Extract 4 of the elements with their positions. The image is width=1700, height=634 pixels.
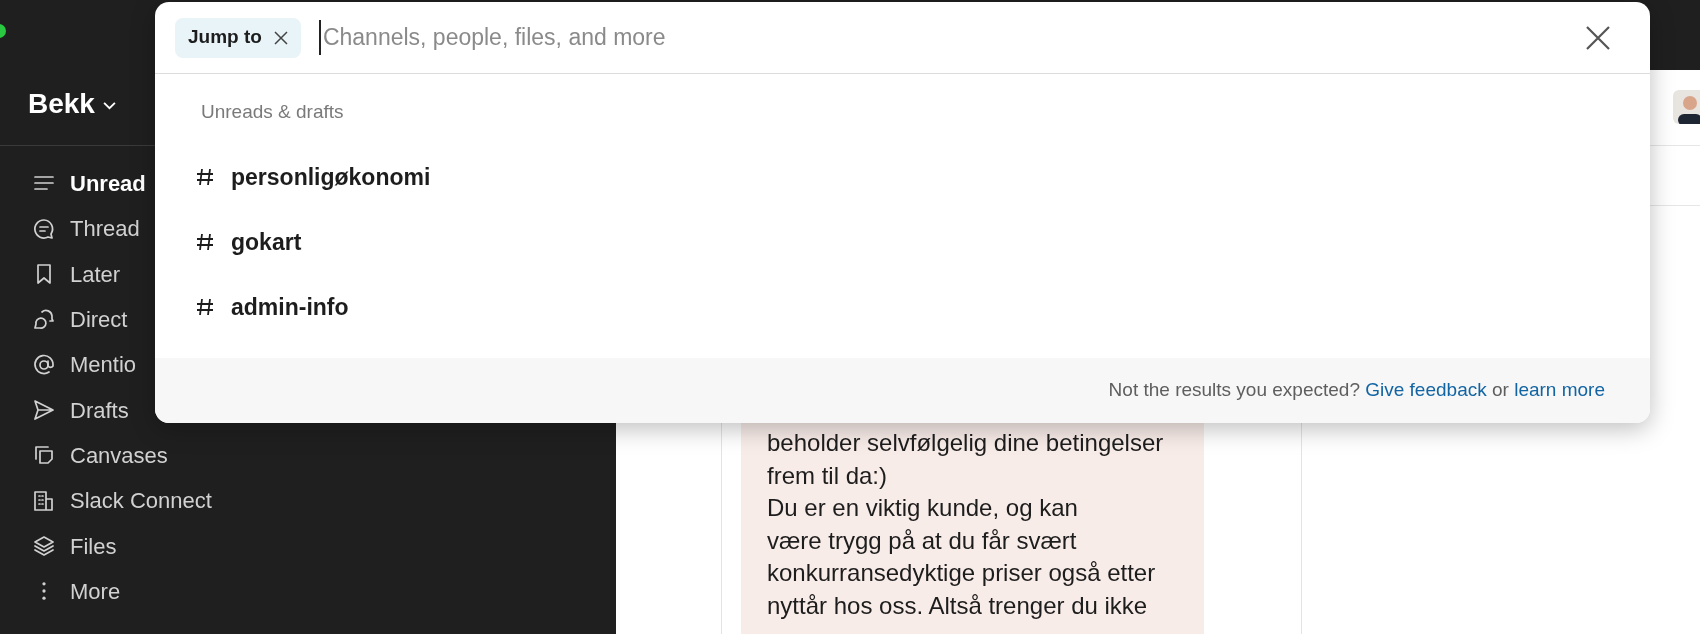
- chip-label: Jump to: [188, 25, 262, 50]
- feedback-prompt: Not the results you expected? Give feedback or learn more: [1108, 378, 1605, 403]
- section-heading: Unreads & drafts: [201, 100, 345, 124]
- message-text: beholder selvfølgelig dine betingelser frem til da:) Du er en viktig kunde, og kan være trygg på at du får svært konkurransedyktige priser også etter nyttår hos oss. Altså trenger du ikke: [767, 428, 1165, 621]
